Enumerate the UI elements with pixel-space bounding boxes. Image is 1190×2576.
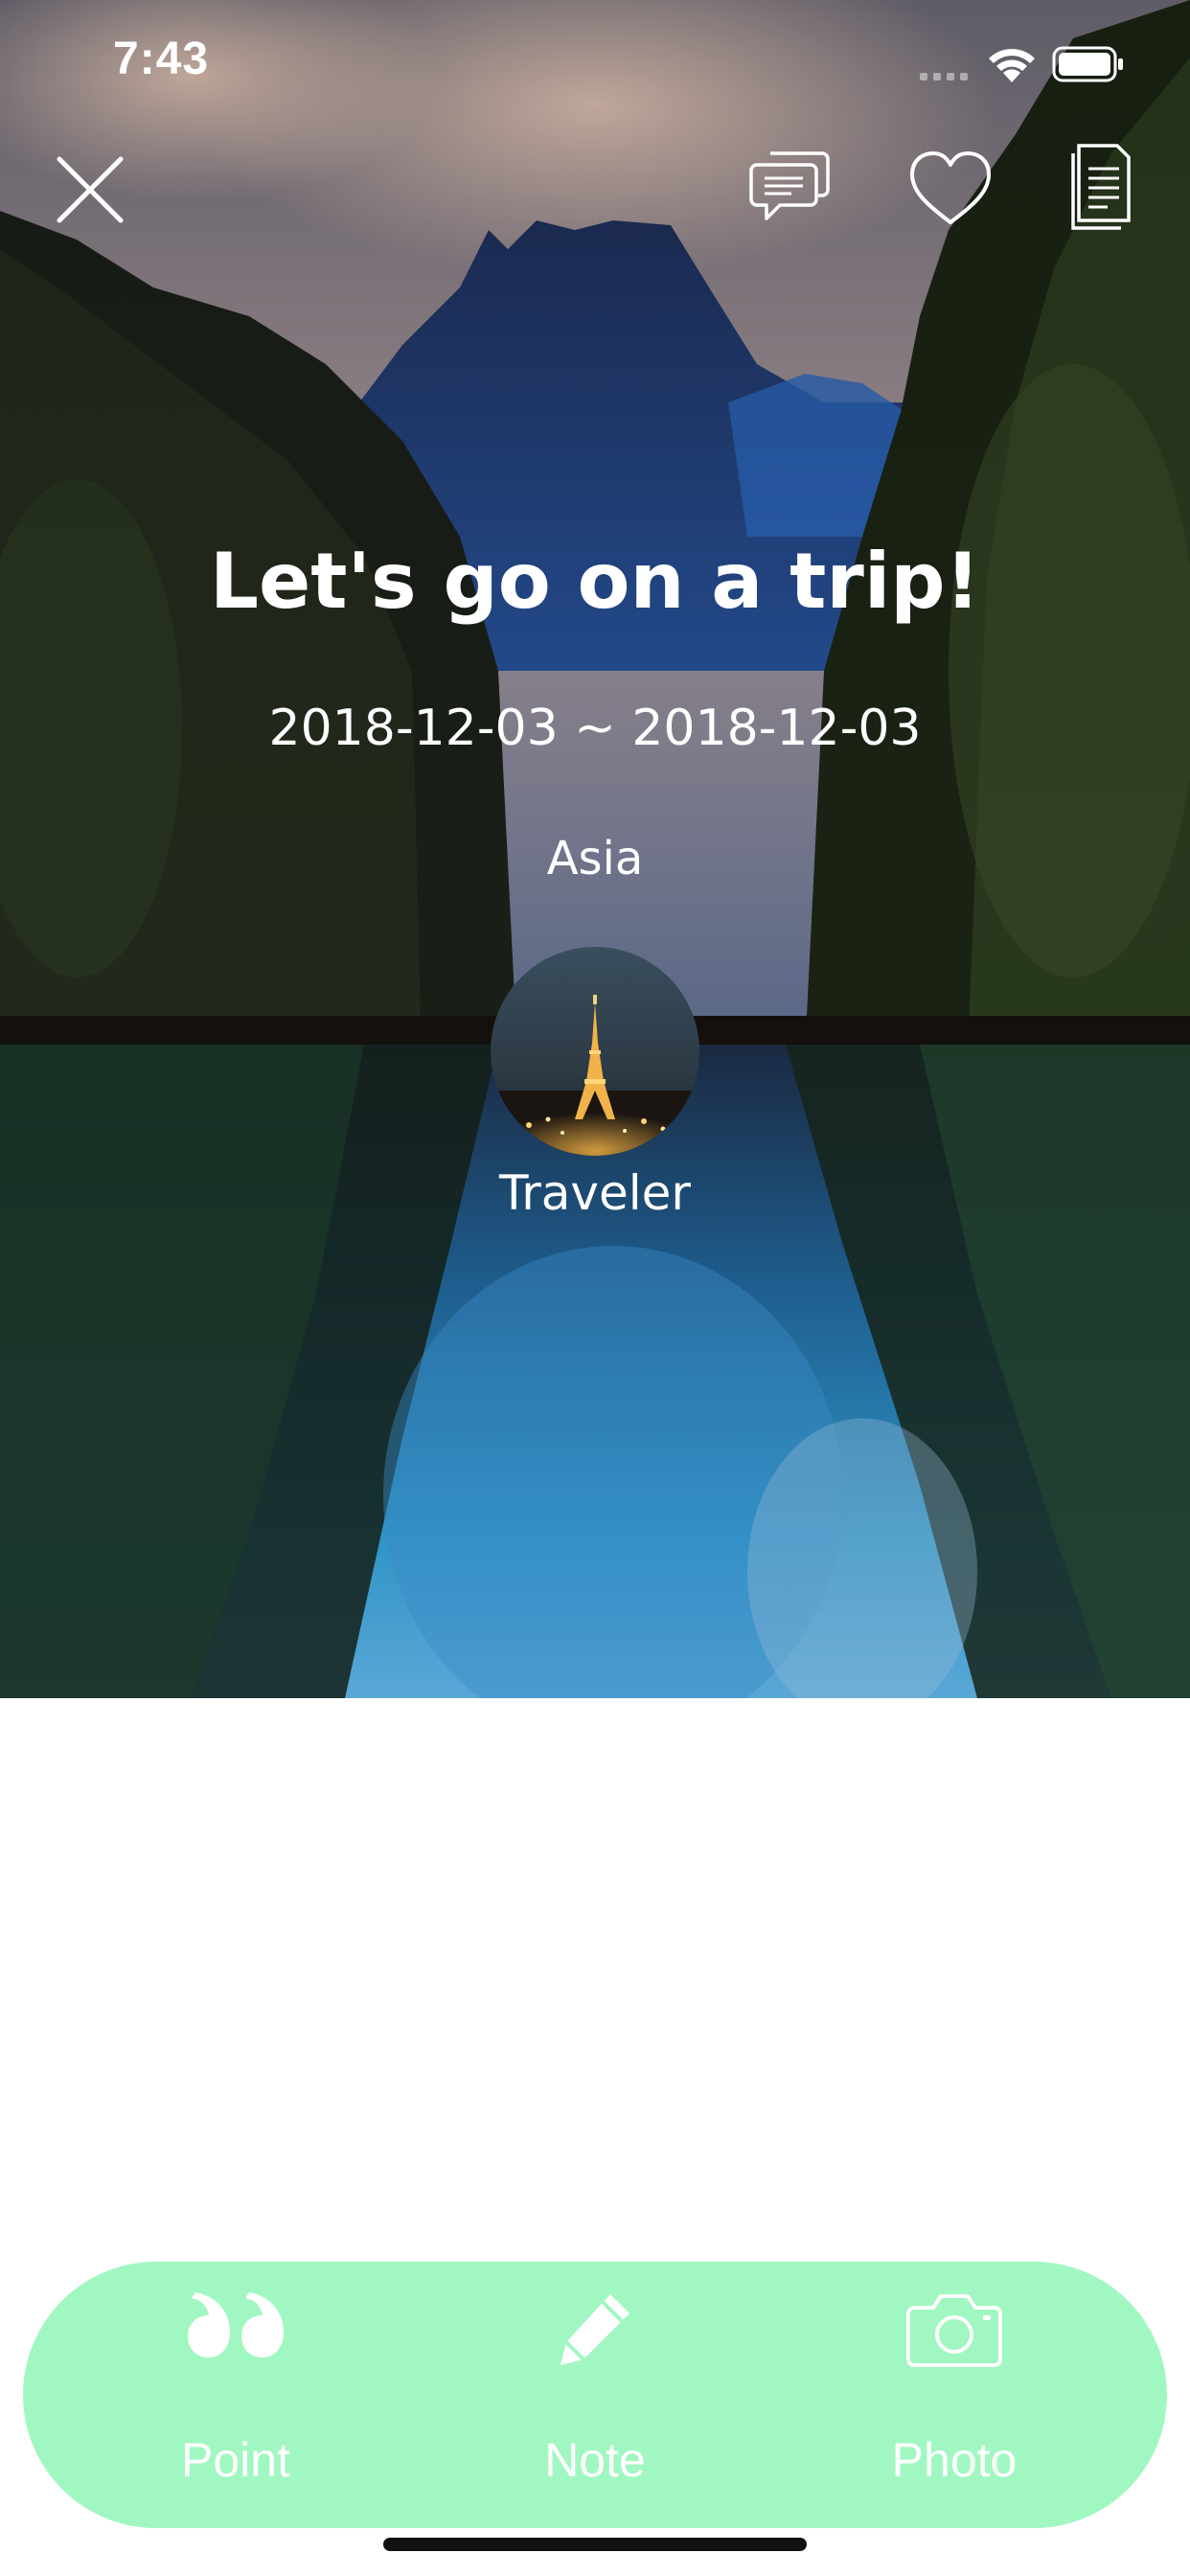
chat-bubbles-icon bbox=[749, 151, 830, 220]
close-button[interactable] bbox=[54, 153, 126, 226]
point-button[interactable]: Point bbox=[92, 2262, 379, 2528]
home-indicator[interactable] bbox=[383, 2538, 807, 2551]
document-button[interactable] bbox=[1069, 144, 1133, 230]
traveler-avatar[interactable] bbox=[491, 947, 699, 1156]
like-button[interactable] bbox=[908, 150, 993, 228]
trip-detail-screen: 7:43 Let's go on a trip! 2018-12-03 ~ 20… bbox=[0, 0, 1190, 2576]
heart-icon bbox=[910, 151, 991, 224]
note-label: Note bbox=[544, 2433, 646, 2487]
photo-button[interactable]: Photo bbox=[811, 2262, 1098, 2528]
trip-region: Asia bbox=[546, 832, 644, 886]
pencil-icon bbox=[561, 2294, 629, 2365]
wifi-icon bbox=[989, 49, 1035, 82]
close-icon bbox=[57, 156, 124, 223]
traveler-name[interactable]: Traveler bbox=[0, 1165, 1190, 1221]
document-icon bbox=[1071, 144, 1131, 230]
camera-icon bbox=[906, 2294, 1002, 2367]
status-bar: 7:43 bbox=[0, 0, 1190, 126]
battery-icon bbox=[1052, 46, 1123, 82]
trip-date-range: 2018-12-03 ~ 2018-12-03 bbox=[268, 700, 922, 757]
point-label: Point bbox=[181, 2433, 290, 2487]
note-button[interactable]: Note bbox=[451, 2262, 739, 2528]
trip-title: Let's go on a trip! bbox=[210, 537, 980, 626]
photo-label: Photo bbox=[891, 2433, 1018, 2487]
status-time: 7:43 bbox=[113, 34, 210, 84]
cellular-signal-icon bbox=[920, 73, 968, 80]
action-bar: Point Note Photo bbox=[23, 2262, 1167, 2528]
quote-icon bbox=[188, 2292, 284, 2358]
comments-button[interactable] bbox=[749, 146, 832, 228]
